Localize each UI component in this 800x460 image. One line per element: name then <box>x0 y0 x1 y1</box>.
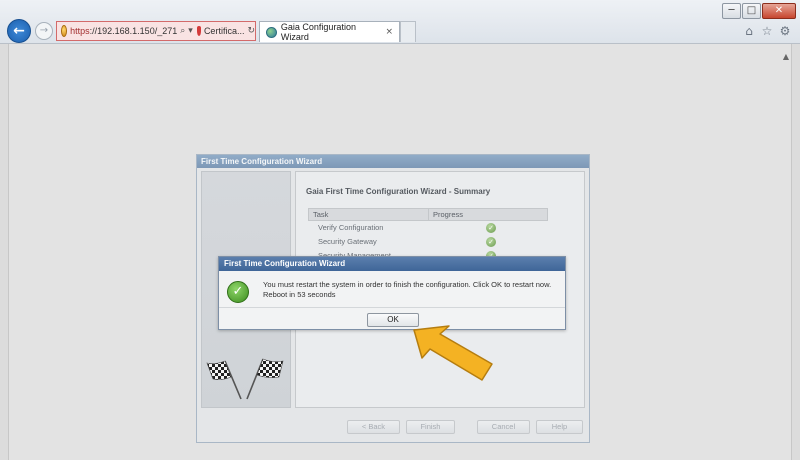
wizard-title: First Time Configuration Wizard <box>197 155 589 168</box>
new-tab-button[interactable] <box>400 21 416 42</box>
site-favicon-icon <box>61 25 68 37</box>
column-header-progress: Progress <box>433 210 464 219</box>
task-name: Security Gateway <box>318 237 377 246</box>
finish-button[interactable]: Finish <box>405 420 455 434</box>
dialog-divider <box>219 307 565 308</box>
maximize-window-button[interactable]: □ <box>742 3 761 19</box>
refresh-icon[interactable]: ↻ <box>247 26 255 36</box>
tab-favicon-icon <box>266 26 277 38</box>
wizard-footer: < Back Finish Cancel Help <box>347 420 584 436</box>
task-name: Verify Configuration <box>318 223 384 232</box>
forward-arrow-icon: → <box>39 25 49 36</box>
scrollbar-up-icon[interactable]: ▲ <box>781 52 791 62</box>
tab-gaia-configuration-wizard[interactable]: Gaia Configuration Wizard × <box>259 21 400 42</box>
reboot-countdown: Reboot in 53 seconds <box>263 289 336 299</box>
dialog-message-line: You must restart the system in order to … <box>263 280 552 289</box>
pointer-arrow-icon <box>413 325 493 381</box>
dialog-message: You must restart the system in order to … <box>263 280 563 299</box>
url-host: ://192.168.1.150/_271 <box>89 26 178 36</box>
task-table: Task Progress Verify Configuration ✓ Sec… <box>308 208 548 263</box>
table-row: Security Gateway ✓ <box>308 235 548 249</box>
forward-button[interactable]: → <box>35 22 53 40</box>
back-wizard-button[interactable]: < Back <box>347 420 400 434</box>
search-icon[interactable]: ⌕ <box>180 26 185 36</box>
help-button[interactable]: Help <box>535 420 584 434</box>
certificate-error-label[interactable]: Certifica... <box>204 26 245 36</box>
summary-title: Gaia First Time Configuration Wizard - S… <box>306 187 491 196</box>
back-arrow-icon: ← <box>13 23 25 39</box>
checkered-flags-icon <box>206 358 284 400</box>
column-header-task: Task <box>309 209 429 220</box>
certificate-error-icon[interactable] <box>196 26 201 36</box>
back-button[interactable]: ← <box>7 19 31 43</box>
dropdown-chevron-icon[interactable]: ▾ <box>188 26 193 36</box>
minimize-window-button[interactable]: ─ <box>722 3 741 19</box>
tab-close-icon[interactable]: × <box>385 27 393 37</box>
restart-dialog: First Time Configuration Wizard ✓ You mu… <box>218 256 566 330</box>
browser-toolbar: ─ □ ✕ ← → https ://192.168.1.150/_271 ⌕ … <box>0 0 800 44</box>
maximize-icon: □ <box>746 5 757 16</box>
star-icon[interactable]: ☆ <box>760 24 774 38</box>
home-icon[interactable]: ⌂ <box>742 24 756 38</box>
pointer-arrow-shape <box>413 325 493 381</box>
table-header: Task Progress <box>308 208 548 221</box>
url-scheme: https <box>70 26 90 36</box>
success-check-icon: ✓ <box>486 237 496 247</box>
success-check-icon: ✓ <box>227 281 249 303</box>
close-icon: ✕ <box>774 5 784 16</box>
dialog-title: First Time Configuration Wizard <box>219 257 565 271</box>
address-bar[interactable]: https ://192.168.1.150/_271 ⌕ ▾ Certific… <box>56 21 256 41</box>
table-row: Verify Configuration ✓ <box>308 221 548 235</box>
success-check-icon: ✓ <box>486 223 496 233</box>
tab-title: Gaia Configuration Wizard <box>280 22 356 42</box>
minimize-icon: ─ <box>728 5 735 16</box>
cancel-button[interactable]: Cancel <box>476 420 530 434</box>
gear-icon[interactable]: ⚙ <box>778 24 792 38</box>
close-window-button[interactable]: ✕ <box>762 3 796 19</box>
